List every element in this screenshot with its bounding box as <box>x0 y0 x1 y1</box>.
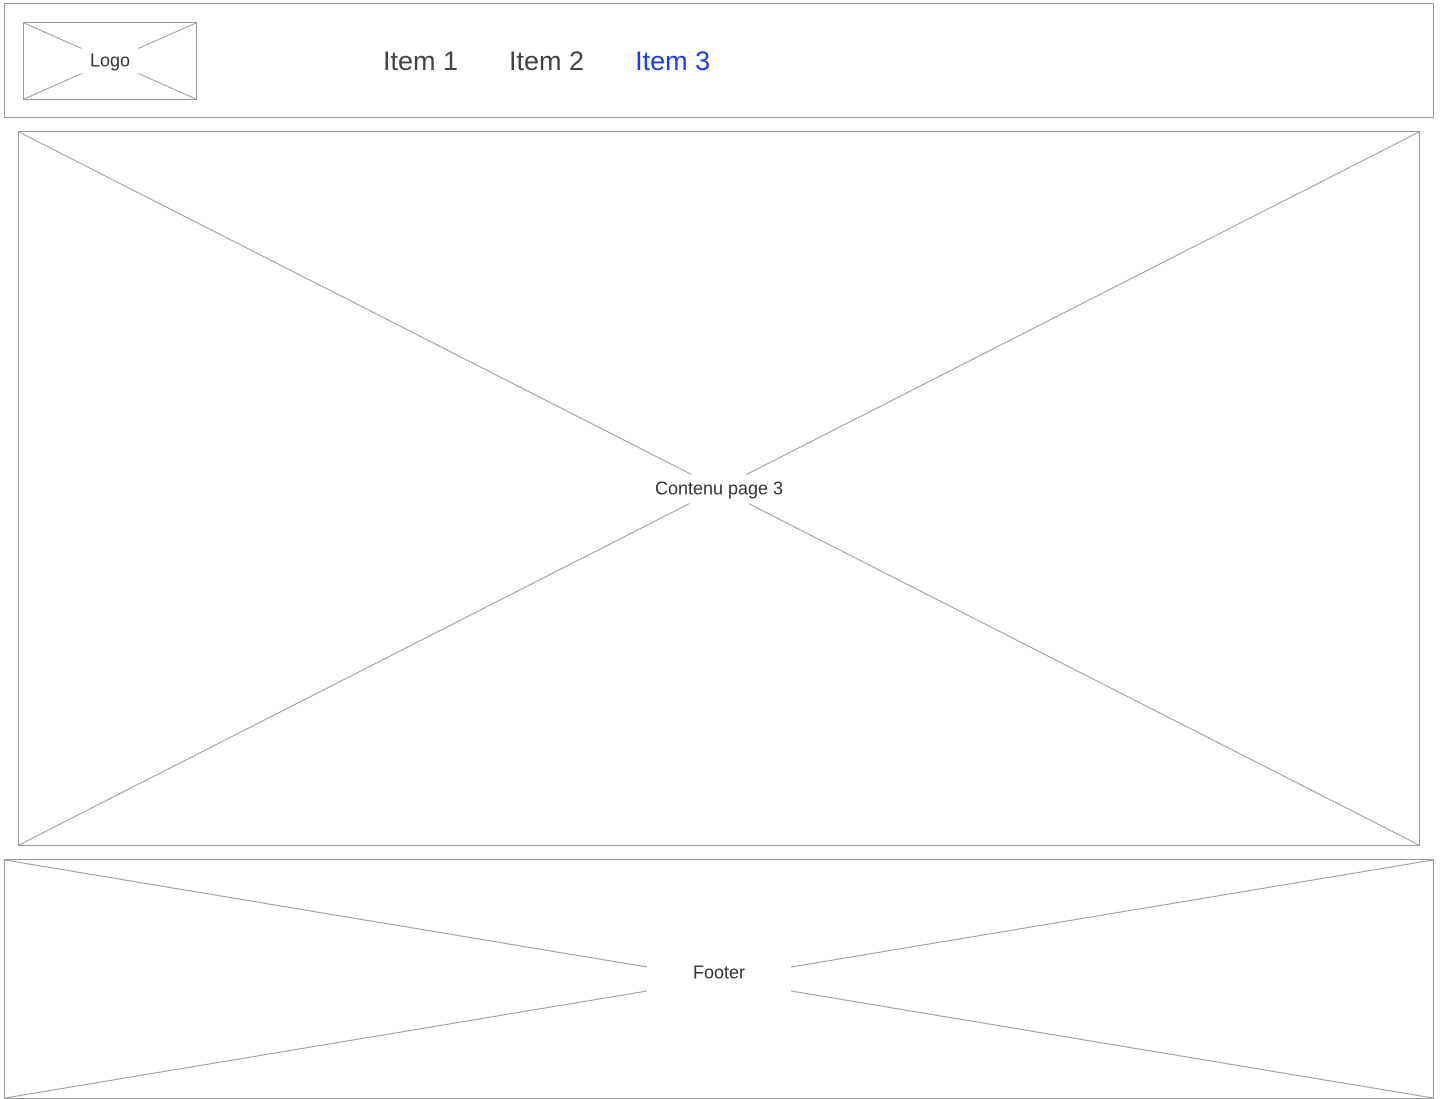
nav-item-3[interactable]: Item 3 <box>635 48 710 75</box>
main-content-placeholder: Contenu page 3 <box>18 131 1420 846</box>
nav-item-2[interactable]: Item 2 <box>509 48 584 75</box>
nav-item-1[interactable]: Item 1 <box>383 48 458 75</box>
header: Logo Item 1 Item 2 Item 3 <box>4 3 1434 118</box>
logo-label: Logo <box>79 48 141 74</box>
footer-placeholder: Footer <box>4 859 1434 1099</box>
main-nav: Item 1 Item 2 Item 3 <box>383 48 710 75</box>
footer-label: Footer <box>646 952 792 994</box>
content-label: Contenu page 3 <box>648 474 790 503</box>
logo-placeholder[interactable]: Logo <box>23 22 197 100</box>
